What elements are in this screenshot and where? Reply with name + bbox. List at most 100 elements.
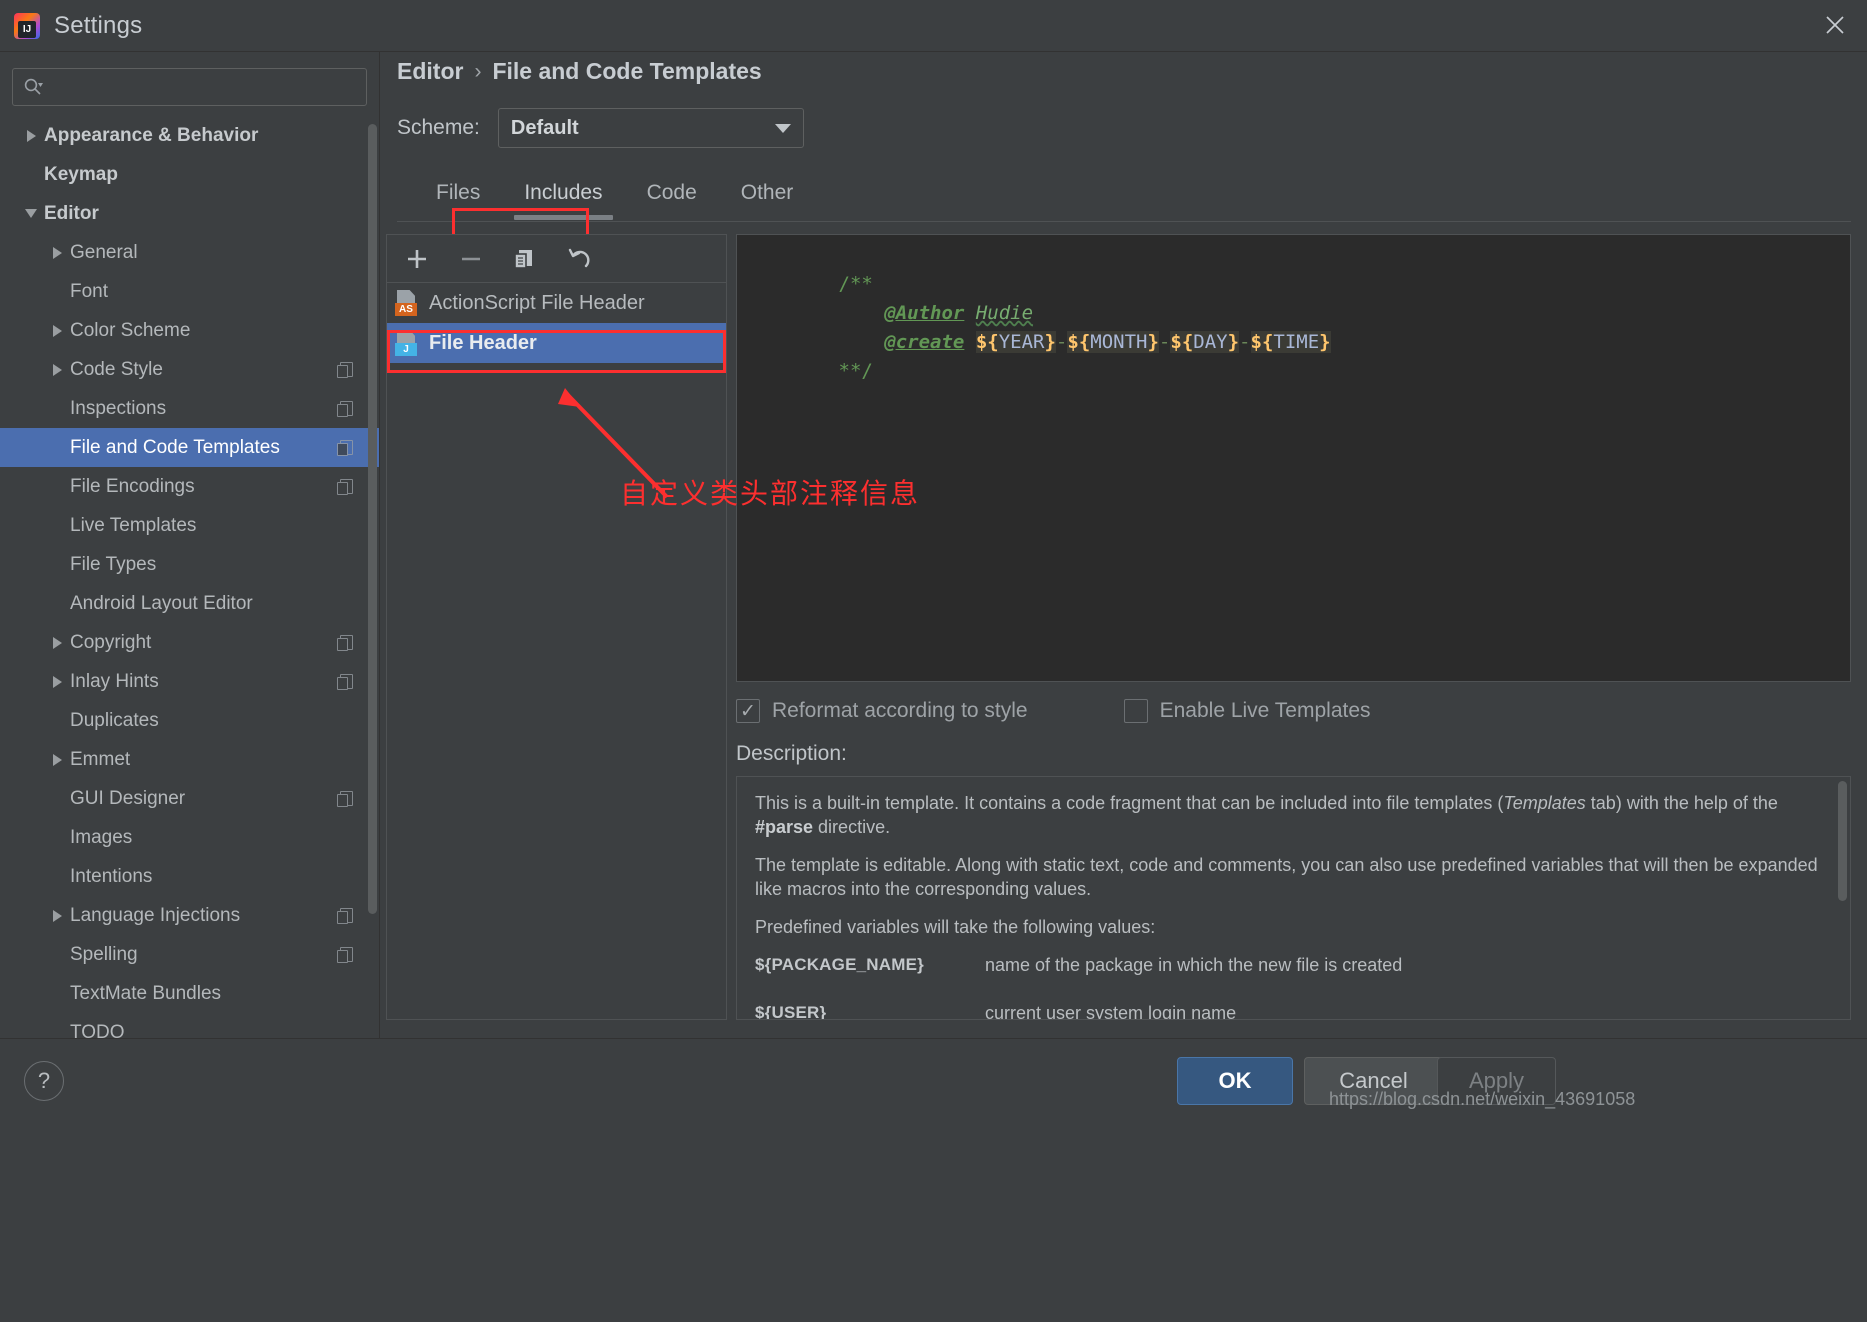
variable-description: name of the package in which the new fil… [985, 955, 1403, 975]
chevron-right-icon[interactable] [44, 675, 70, 688]
reformat-checkbox-label: Reformat according to style [772, 699, 1028, 722]
sidebar-item-file-and-code-templates[interactable]: File and Code Templates [0, 428, 379, 467]
sidebar-item-label: TextMate Bundles [70, 982, 222, 1004]
sidebar-item-label: Live Templates [70, 514, 197, 536]
copy-icon[interactable] [511, 245, 539, 273]
variable-row: ${PACKAGE_NAME} name of the package in wh… [755, 953, 1832, 977]
code-line-2: @Author Hudie [747, 270, 1850, 324]
sidebar-item-general[interactable]: General [0, 233, 379, 272]
settings-tree: Appearance & Behavior Keymap Editor General… [0, 116, 379, 1041]
sidebar-item-language-injections[interactable]: Language Injections [0, 896, 379, 935]
dialog-footer: ? OK Cancel Apply https://blog.csdn.net/… [0, 1038, 1867, 1322]
sidebar-item-live-templates[interactable]: Live Templates [0, 506, 379, 545]
variable-name: ${USER} [755, 1003, 827, 1020]
sidebar-item-label: Code Style [70, 358, 163, 380]
template-literal: - [1055, 331, 1068, 353]
chevron-down-icon[interactable] [18, 209, 44, 218]
sidebar-item-label: File Types [70, 553, 157, 575]
description-panel: This is a built-in template. It contains… [736, 776, 1851, 1020]
tab-includes[interactable]: Includes [502, 164, 624, 221]
chevron-right-icon[interactable] [44, 324, 70, 337]
sidebar-item-copyright[interactable]: Copyright [0, 623, 379, 662]
search-input[interactable] [49, 77, 356, 97]
chevron-right-icon[interactable] [44, 753, 70, 766]
chevron-right-icon[interactable] [18, 129, 44, 142]
template-list-toolbar [387, 235, 726, 283]
sidebar-item-label: Emmet [70, 748, 131, 770]
sidebar-item-label: General [70, 241, 138, 263]
revert-icon[interactable] [565, 245, 593, 273]
sidebar-item-color-scheme[interactable]: Color Scheme [0, 311, 379, 350]
sidebar-item-keymap[interactable]: Keymap [0, 155, 379, 194]
breadcrumb: Editor › File and Code Templates [397, 58, 762, 85]
template-list-item[interactable]: J File Header [387, 323, 726, 363]
close-icon[interactable] [1803, 0, 1867, 50]
sidebar-item-todo[interactable]: TODO [0, 1013, 379, 1042]
triangle-right [26, 129, 36, 142]
annotation-text: 自定义类头部注释信息 [620, 477, 921, 510]
tab-code[interactable]: Code [625, 164, 719, 221]
template-literal: - [1158, 331, 1171, 353]
sidebar-item-code-style[interactable]: Code Style [0, 350, 379, 389]
sidebar-item-inlay-hints[interactable]: Inlay Hints [0, 662, 379, 701]
breadcrumb-parent[interactable]: Editor [397, 58, 463, 85]
variable-row: ${USER} current user system login name [755, 1001, 1832, 1020]
variable-name: ${PACKAGE_NAME} [755, 955, 924, 974]
sidebar-item-font[interactable]: Font [0, 272, 379, 311]
sidebar-item-label: Inspections [70, 397, 167, 419]
sidebar-item-label: Font [70, 280, 109, 302]
ok-button[interactable]: OK [1177, 1057, 1293, 1105]
description-scrollbar[interactable] [1838, 781, 1847, 901]
sidebar-item-label: File and Code Templates [70, 436, 280, 458]
editor-options-row: Reformat according to style Enable Live … [736, 690, 1851, 732]
chevron-right-icon[interactable] [44, 246, 70, 259]
sidebar-item-file-types[interactable]: File Types [0, 545, 379, 584]
sidebar-item-android-layout-editor[interactable]: Android Layout Editor [0, 584, 379, 623]
chevron-right-icon: › [474, 59, 482, 83]
sidebar-item-emmet[interactable]: Emmet [0, 740, 379, 779]
sidebar-item-duplicates[interactable]: Duplicates [0, 701, 379, 740]
template-list-item-label: File Header [429, 331, 537, 354]
triangle-right [52, 324, 62, 337]
window-title: Settings [54, 11, 143, 39]
sidebar-scrollbar[interactable] [368, 124, 377, 914]
sidebar-item-inspections[interactable]: Inspections [0, 389, 379, 428]
minus-icon[interactable] [457, 245, 485, 273]
template-list-item[interactable]: AS ActionScript File Header [387, 283, 726, 323]
sidebar-item-gui-designer[interactable]: GUI Designer [0, 779, 379, 818]
triangle-right [52, 675, 62, 688]
sidebar-item-file-encodings[interactable]: File Encodings [0, 467, 379, 506]
sidebar-item-textmate-bundles[interactable]: TextMate Bundles [0, 974, 379, 1013]
reformat-checkbox[interactable] [736, 699, 760, 723]
code-create-value: ${YEAR}-${MONTH}-${DAY}-${TIME} [975, 331, 1331, 353]
code-comment-open: /** [838, 273, 873, 295]
chevron-right-icon[interactable] [44, 636, 70, 649]
sidebar-item-intentions[interactable]: Intentions [0, 857, 379, 896]
template-code-editor[interactable]: /** @Author Hudie @create ${YEAR}-${MONT… [736, 234, 1851, 682]
sidebar-item-images[interactable]: Images [0, 818, 379, 857]
plus-icon[interactable] [403, 245, 431, 273]
chevron-right-icon[interactable] [44, 909, 70, 922]
sidebar-item-label: Inlay Hints [70, 670, 159, 692]
tab-label: Code [646, 180, 697, 204]
live-templates-checkbox-group[interactable]: Enable Live Templates [1123, 699, 1371, 723]
enable-live-templates-label: Enable Live Templates [1159, 699, 1371, 722]
code-author-tag: @Author [884, 302, 965, 324]
tab-other[interactable]: Other [719, 164, 816, 221]
copy-icon [337, 400, 353, 417]
reformat-checkbox-group[interactable]: Reformat according to style [736, 699, 1028, 723]
chevron-right-icon[interactable] [44, 363, 70, 376]
sidebar-item-editor[interactable]: Editor [0, 194, 379, 233]
help-button[interactable]: ? [24, 1061, 64, 1101]
tab-files[interactable]: Files [414, 164, 502, 221]
copy-icon [337, 673, 353, 690]
enable-live-templates-checkbox[interactable] [1123, 699, 1148, 723]
settings-dialog: Settings Appearance & Beh [0, 0, 1867, 1322]
template-list-panel: AS ActionScript File Header J File Header [386, 234, 727, 1020]
sidebar-item-label: Android Layout Editor [70, 592, 253, 614]
search-box[interactable] [12, 68, 367, 106]
sidebar-item-spelling[interactable]: Spelling [0, 935, 379, 974]
copy-icon [337, 478, 353, 495]
sidebar-item-appearance-behavior[interactable]: Appearance & Behavior [0, 116, 379, 155]
scheme-dropdown[interactable]: Default [497, 108, 804, 148]
